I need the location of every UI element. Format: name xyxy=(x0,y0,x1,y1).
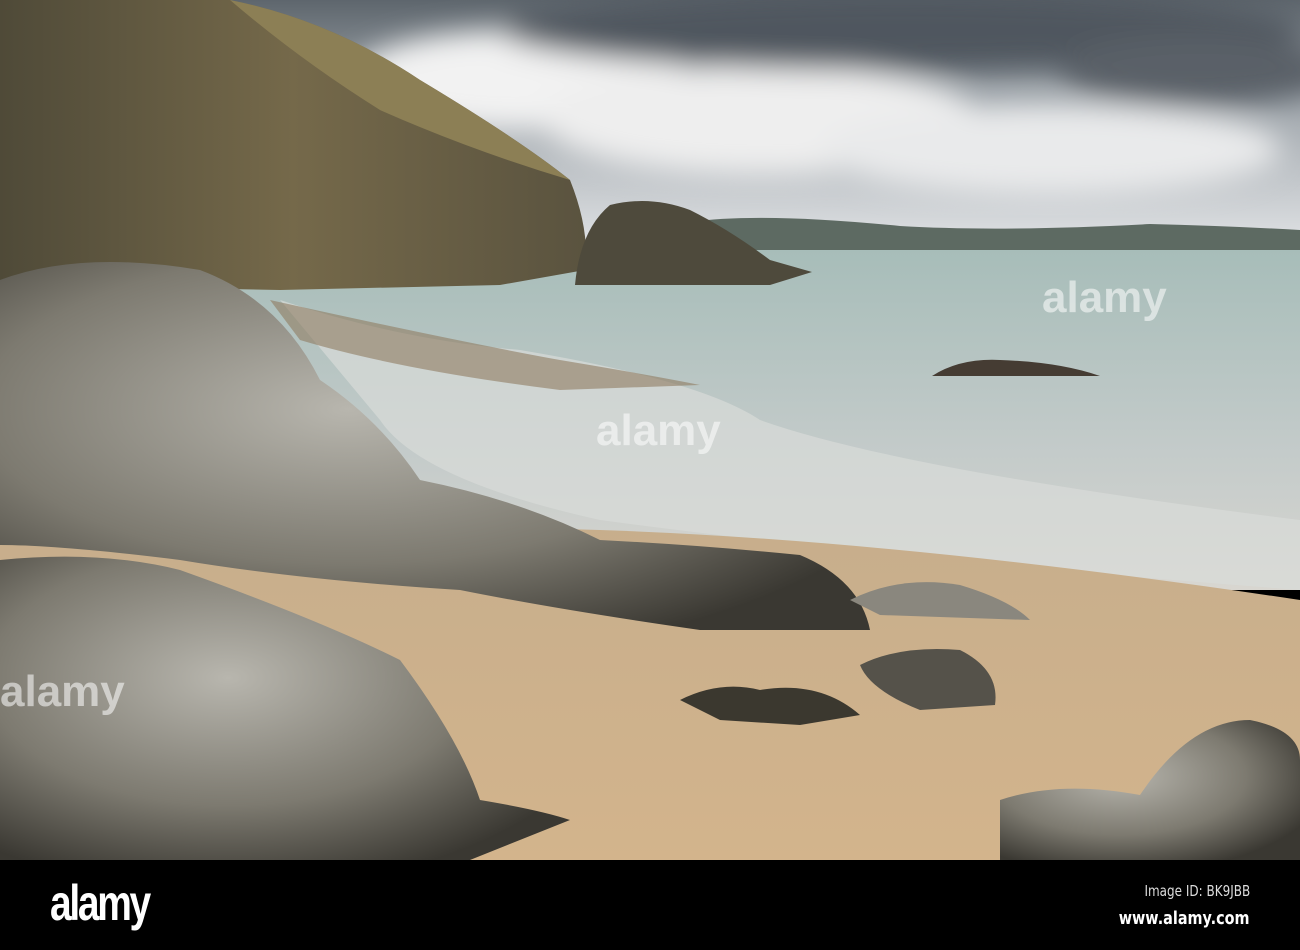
stock-photo: alamy alamy alamy alamy Image ID: BK9JBB… xyxy=(0,0,1300,950)
footer-bar: alamy Image ID: BK9JBB www.alamy.com xyxy=(0,860,1300,950)
beach-photo: alamy alamy alamy xyxy=(0,0,1300,860)
alamy-logo: alamy xyxy=(50,875,151,931)
watermark: alamy xyxy=(0,667,125,716)
watermark: alamy xyxy=(1042,273,1167,322)
site-url: www.alamy.com xyxy=(1119,908,1250,929)
watermark: alamy xyxy=(596,406,721,455)
image-id: Image ID: BK9JBB xyxy=(1144,882,1250,900)
